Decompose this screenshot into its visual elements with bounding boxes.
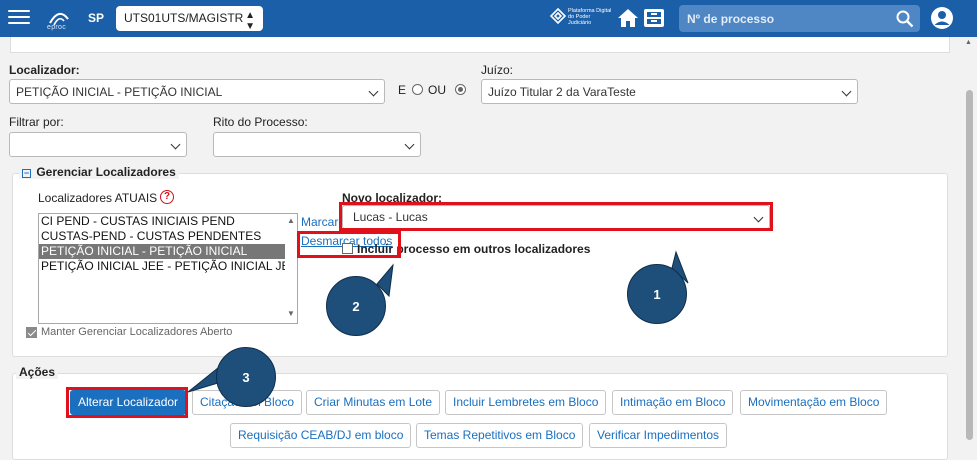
home-icon[interactable] <box>617 8 639 28</box>
scroll-up-arrow-icon[interactable]: ▲ <box>965 39 972 46</box>
page-scroll-thumb[interactable] <box>966 90 973 440</box>
callout-2: 2 <box>326 276 386 336</box>
list-item[interactable]: CI PEND - CUSTAS INICIAIS PEND <box>39 214 285 229</box>
callout-1: 1 <box>627 264 687 324</box>
hamburger-menu-icon[interactable] <box>8 10 30 26</box>
rito-label: Rito do Processo: <box>213 115 308 129</box>
scroll-up-arrow-icon[interactable]: ▲ <box>287 216 295 225</box>
state-label: SP <box>88 11 105 25</box>
highlight-incluir-checkbox <box>297 231 401 258</box>
e-label: E <box>398 83 407 97</box>
list-item[interactable]: PETIÇÃO INICIAL JEE - PETIÇÃO INICIAL JE… <box>39 259 285 274</box>
marcar-todos-link[interactable]: Marcar <box>301 215 338 229</box>
help-icon[interactable]: ? <box>160 190 174 204</box>
acoes-legend: Ações <box>16 365 59 379</box>
panel-top-edge <box>10 37 950 53</box>
requisicao-ceab-button[interactable]: Requisição CEAB/DJ em bloco <box>230 423 412 448</box>
inbox-icon[interactable] <box>643 8 665 28</box>
intimacao-em-bloco-button[interactable]: Intimação em Bloco <box>612 390 734 415</box>
atuais-label: Localizadores ATUAIS <box>38 191 158 205</box>
logo-text: eproc <box>47 24 67 31</box>
ou-radio[interactable] <box>455 84 466 95</box>
movimentacao-em-bloco-button[interactable]: Movimentação em Bloco <box>740 390 888 415</box>
criar-minutas-button[interactable]: Criar Minutas em Lote <box>306 390 441 415</box>
juizo-select-value: Juízo Titular 2 da VaraTeste <box>488 85 636 99</box>
gerenciar-legend-label: Gerenciar Localizadores <box>36 165 176 179</box>
updown-caret-icon: ▲ ▼ <box>245 10 255 32</box>
list-item[interactable]: CUSTAS-PEND - CUSTAS PENDENTES <box>39 229 285 244</box>
localizador-select-value: PETIÇÃO INICIAL - PETIÇÃO INICIAL <box>16 85 223 99</box>
list-item-selected[interactable]: PETIÇÃO INICIAL - PETIÇÃO INICIAL <box>39 244 285 259</box>
ou-label: OU <box>428 83 446 97</box>
highlight-alterar-localizador <box>66 387 188 418</box>
localizador-label: Localizador: <box>9 63 80 77</box>
incluir-lembretes-button[interactable]: Incluir Lembretes em Bloco <box>445 390 607 415</box>
verificar-impedimentos-button[interactable]: Verificar Impedimentos <box>589 423 728 448</box>
rito-select[interactable] <box>213 132 421 157</box>
gerenciar-legend: − Gerenciar Localizadores <box>19 165 179 179</box>
filtrar-label: Filtrar por: <box>9 115 64 129</box>
process-number-input[interactable] <box>679 5 889 32</box>
collapse-toggle-icon[interactable]: − <box>22 169 31 178</box>
organization-select-value: UTS01UTS/MAGISTR <box>124 11 244 25</box>
localizadores-atuais-list[interactable]: CI PEND - CUSTAS INICIAIS PEND CUSTAS-PE… <box>38 213 298 324</box>
search-icon[interactable] <box>896 10 914 28</box>
top-bar: eproc SP UTS01UTS/MAGISTR ▲ ▼ Plataforma … <box>0 0 977 37</box>
list-scrollbar[interactable]: ▲ ▼ <box>284 214 297 323</box>
filtrar-select[interactable] <box>9 132 187 157</box>
user-avatar-icon[interactable] <box>930 6 954 30</box>
organization-select[interactable]: UTS01UTS/MAGISTR ▲ ▼ <box>116 6 263 32</box>
juizo-label: Juízo: <box>481 63 514 77</box>
chevron-down-icon <box>404 139 415 150</box>
pdpj-label: Plataforma Digital do Poder Judiciário <box>568 8 612 26</box>
manter-aberto-label: Manter Gerenciar Localizadores Aberto <box>41 326 233 338</box>
temas-repetitivos-button[interactable]: Temas Repetitivos em Bloco <box>416 423 584 448</box>
scroll-down-arrow-icon[interactable]: ▼ <box>287 309 295 318</box>
highlight-novo-localizador <box>339 202 773 231</box>
chevron-down-icon <box>170 139 181 150</box>
manter-aberto-checkbox[interactable] <box>26 327 37 338</box>
chevron-down-icon <box>841 86 852 97</box>
chevron-down-icon <box>368 86 379 97</box>
e-radio[interactable] <box>412 84 423 95</box>
juizo-select[interactable]: Juízo Titular 2 da VaraTeste <box>481 79 858 104</box>
process-search[interactable] <box>679 5 920 32</box>
localizador-select[interactable]: PETIÇÃO INICIAL - PETIÇÃO INICIAL <box>9 79 385 104</box>
callout-3: 3 <box>216 347 276 407</box>
